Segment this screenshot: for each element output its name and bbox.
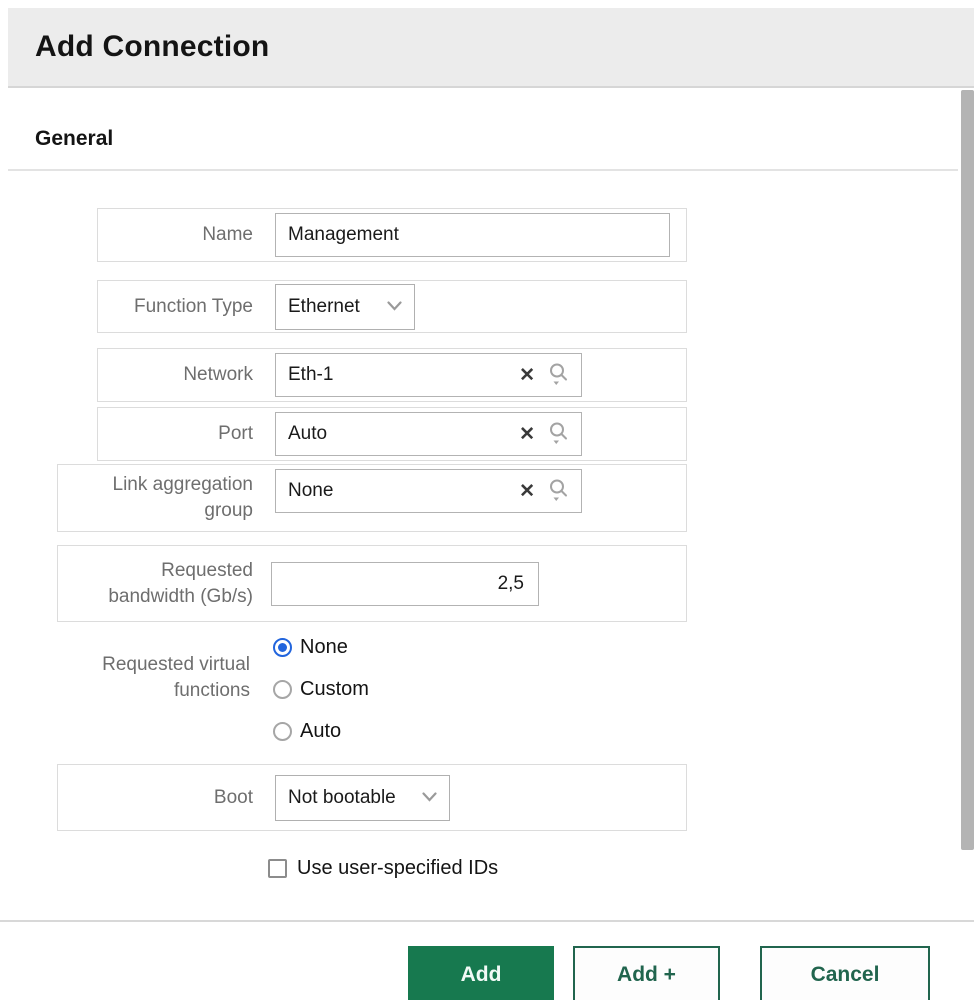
radio-option-none[interactable]: None <box>273 633 348 661</box>
name-row: Name <box>97 208 687 262</box>
link-aggregation-search-icon[interactable] <box>547 478 571 504</box>
add-connection-dialog: Add Connection General Name Function Typ… <box>0 0 974 1000</box>
function-type-row: Function Type Ethernet <box>97 280 687 333</box>
rvf-label-line1: Requested virtual <box>57 652 250 678</box>
rvf-label-line2: functions <box>57 678 250 704</box>
link-aggregation-combo[interactable]: None ✕ <box>275 469 582 513</box>
checkbox-icon[interactable] <box>268 859 287 878</box>
link-aggregation-label-line2: group <box>58 498 253 524</box>
radio-option-auto[interactable]: Auto <box>273 717 341 745</box>
radio-icon[interactable] <box>273 638 292 657</box>
use-user-specified-ids-label: Use user-specified IDs <box>297 857 498 880</box>
port-combo[interactable]: Auto ✕ <box>275 412 582 456</box>
chevron-down-icon <box>387 298 402 316</box>
requested-bandwidth-label-line2: bandwidth (Gb/s) <box>58 584 253 610</box>
radio-option-custom-label: Custom <box>300 678 369 701</box>
network-row: Network Eth-1 ✕ <box>97 348 687 402</box>
add-button[interactable]: Add <box>408 946 554 1000</box>
port-value: Auto <box>288 423 513 445</box>
section-title-general: General <box>35 127 113 151</box>
function-type-select[interactable]: Ethernet <box>275 284 415 330</box>
requested-bandwidth-label-line1: Requested <box>58 558 253 584</box>
radio-option-auto-label: Auto <box>300 720 341 743</box>
footer-divider <box>0 920 974 922</box>
vertical-scrollbar[interactable] <box>961 90 974 850</box>
function-type-value: Ethernet <box>288 296 373 318</box>
network-combo[interactable]: Eth-1 ✕ <box>275 353 582 397</box>
requested-bandwidth-label: Requested bandwidth (Gb/s) <box>58 558 253 610</box>
port-search-icon[interactable] <box>547 421 571 447</box>
dialog-title: Add Connection <box>35 30 269 64</box>
radio-option-none-label: None <box>300 636 348 659</box>
boot-row: Boot Not bootable <box>57 764 687 831</box>
cancel-button[interactable]: Cancel <box>760 946 930 1000</box>
radio-option-custom[interactable]: Custom <box>273 675 369 703</box>
chevron-down-icon <box>422 789 437 807</box>
boot-label: Boot <box>58 785 253 811</box>
boot-value: Not bootable <box>288 787 408 809</box>
link-aggregation-value: None <box>288 480 513 502</box>
boot-select[interactable]: Not bootable <box>275 775 450 821</box>
network-value: Eth-1 <box>288 364 513 386</box>
name-label: Name <box>98 222 253 248</box>
link-aggregation-label: Link aggregation group <box>58 472 253 524</box>
dialog-header: Add Connection <box>8 8 974 88</box>
radio-icon[interactable] <box>273 680 292 699</box>
requested-bandwidth-row: Requested bandwidth (Gb/s) <box>57 545 687 622</box>
port-label: Port <box>98 421 253 447</box>
link-aggregation-label-line1: Link aggregation <box>58 472 253 498</box>
radio-icon[interactable] <box>273 722 292 741</box>
port-row: Port Auto ✕ <box>97 407 687 461</box>
section-divider <box>8 169 958 171</box>
network-label: Network <box>98 362 253 388</box>
function-type-label: Function Type <box>98 294 253 320</box>
add-plus-button[interactable]: Add + <box>573 946 720 1000</box>
port-clear-icon[interactable]: ✕ <box>513 425 541 444</box>
requested-bandwidth-input[interactable] <box>271 562 539 606</box>
network-search-icon[interactable] <box>547 362 571 388</box>
network-clear-icon[interactable]: ✕ <box>513 366 541 385</box>
use-user-specified-ids-checkbox[interactable]: Use user-specified IDs <box>268 857 498 880</box>
requested-virtual-functions-label: Requested virtual functions <box>57 652 250 704</box>
name-input[interactable] <box>275 213 670 257</box>
link-aggregation-clear-icon[interactable]: ✕ <box>513 482 541 501</box>
link-aggregation-row: Link aggregation group None ✕ <box>57 464 687 532</box>
